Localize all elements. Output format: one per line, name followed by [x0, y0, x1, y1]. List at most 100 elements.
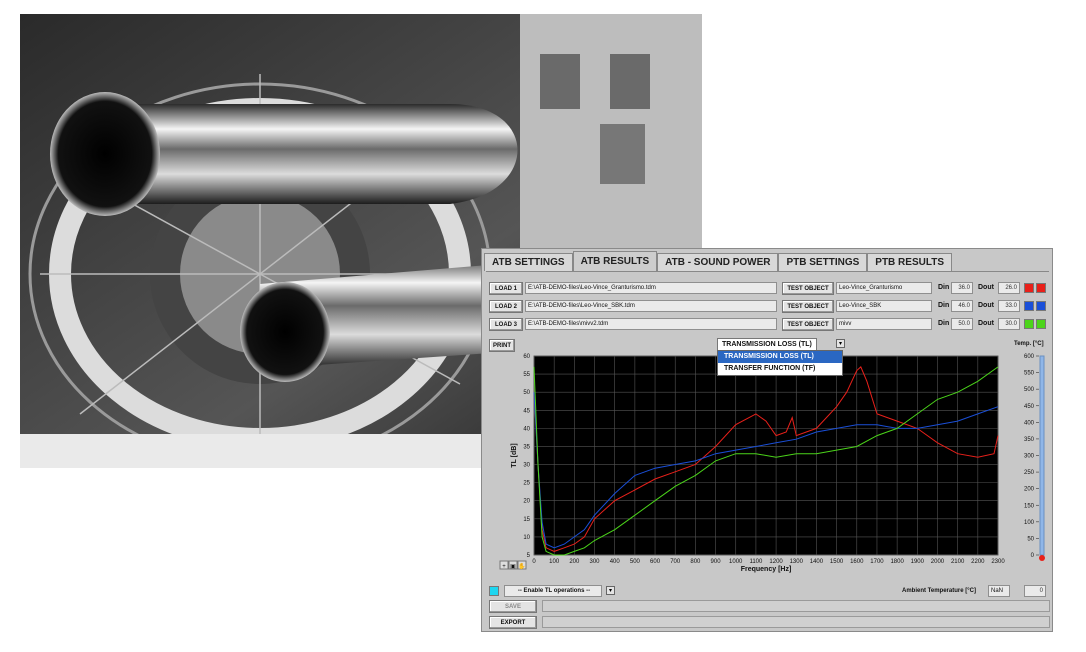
- temp-tick-label: 250: [1024, 470, 1035, 476]
- din-2-label: Din: [938, 302, 950, 309]
- load-2-button[interactable]: LOAD 2: [489, 300, 523, 313]
- test-object-3-button[interactable]: TEST OBJECT: [782, 318, 834, 331]
- x-tick-label: 400: [610, 559, 621, 565]
- y-tick-label: 20: [523, 499, 530, 505]
- load-1-path[interactable]: E:\ATB-DEMO-files\Leo-Vince_Granturismo.…: [525, 282, 777, 294]
- x-tick-label: 1200: [769, 559, 783, 565]
- temp-tick-label: 500: [1024, 387, 1035, 393]
- x-tick-label: 1100: [749, 559, 763, 565]
- dout-1-value[interactable]: 26.0: [998, 282, 1020, 294]
- load-2-path[interactable]: E:\ATB-DEMO-files\Leo-Vince_SBK.tdm: [525, 300, 777, 312]
- tab-atb-settings[interactable]: ATB SETTINGS: [484, 253, 573, 271]
- y-tick-label: 60: [523, 354, 530, 360]
- pan-icon: ▣: [510, 564, 516, 570]
- x-tick-label: 2100: [951, 559, 965, 565]
- load-1-color-swatch[interactable]: [1024, 283, 1034, 293]
- dout-3-value[interactable]: 30.0: [998, 318, 1020, 330]
- load-1-color-swatch-2[interactable]: [1036, 283, 1046, 293]
- plot-tools: + ▣ ✋: [499, 560, 527, 570]
- temp-tick-label: 300: [1024, 454, 1035, 460]
- din-3-label: Din: [938, 320, 950, 327]
- temp-tick-label: 600: [1024, 354, 1035, 360]
- x-tick-label: 900: [711, 559, 722, 565]
- x-tick-label: 1400: [810, 559, 824, 565]
- load-2-color-swatch[interactable]: [1024, 301, 1034, 311]
- tab-atb-sound-power[interactable]: ATB - SOUND POWER: [657, 253, 779, 271]
- x-tick-label: 1700: [870, 559, 884, 565]
- tab-atb-results[interactable]: ATB RESULTS: [572, 251, 658, 272]
- tl-enable-indicator[interactable]: [489, 586, 499, 596]
- test-object-1-name[interactable]: Leo-Vince_Granturismo: [836, 282, 932, 294]
- x-tick-label: 300: [590, 559, 601, 565]
- test-object-1-button[interactable]: TEST OBJECT: [782, 282, 834, 295]
- x-tick-label: 200: [569, 559, 580, 565]
- load-3-button[interactable]: LOAD 3: [489, 318, 523, 331]
- y-tick-label: 5: [527, 553, 531, 559]
- x-tick-label: 1500: [830, 559, 844, 565]
- x-tick-label: 100: [549, 559, 560, 565]
- y-tick-label: 10: [523, 535, 530, 541]
- temp-tick-label: 150: [1024, 503, 1035, 509]
- ambient-nan-field[interactable]: NaN: [988, 585, 1010, 597]
- y-tick-label: 15: [523, 517, 530, 523]
- y-tick-label: 55: [523, 372, 530, 378]
- tl-operations-arrow-icon[interactable]: ▾: [606, 586, 615, 595]
- temp-thermometer: [1039, 355, 1045, 556]
- tab-ptb-settings[interactable]: PTB SETTINGS: [778, 253, 868, 271]
- x-tick-label: 1900: [911, 559, 925, 565]
- din-1-label: Din: [938, 284, 950, 291]
- mode-select-arrow-icon[interactable]: ▾: [836, 339, 845, 348]
- results-panel: LOAD 1 E:\ATB-DEMO-files\Leo-Vince_Grant…: [486, 271, 1050, 629]
- y-tick-label: 50: [523, 390, 530, 396]
- export-button[interactable]: EXPORT: [489, 616, 537, 629]
- atb-results-window: ATB SETTINGS ATB RESULTS ATB - SOUND POW…: [481, 248, 1053, 632]
- test-object-2-name[interactable]: Leo-Vince_SBK: [836, 300, 932, 312]
- din-2-value[interactable]: 46.0: [951, 300, 973, 312]
- x-tick-label: 1000: [729, 559, 743, 565]
- y-tick-label: 45: [523, 408, 530, 414]
- x-tick-label: 700: [670, 559, 681, 565]
- temp-tick-label: 400: [1024, 420, 1035, 426]
- temp-tick-label: 50: [1027, 536, 1034, 542]
- temp-tick-label: 350: [1024, 437, 1035, 443]
- temp-scale-label: Temp. [°C]: [1014, 341, 1044, 347]
- save-path-field[interactable]: [542, 600, 1050, 612]
- load-2-color-swatch-2[interactable]: [1036, 301, 1046, 311]
- test-object-2-button[interactable]: TEST OBJECT: [782, 300, 834, 313]
- test-object-3-name[interactable]: mivv: [836, 318, 932, 330]
- temp-tick-label: 450: [1024, 404, 1035, 410]
- y-axis-title: TL [dB]: [511, 443, 518, 467]
- ambient-temp-value[interactable]: 0: [1024, 585, 1046, 597]
- din-3-value[interactable]: 50.0: [951, 318, 973, 330]
- tl-chart: 0 100 200 300 400 500 600 700 800 900 1000 1100 1200…: [499, 354, 1045, 573]
- ambient-temp-label: Ambient Temperature [°C]: [902, 588, 976, 594]
- dout-1-label: Dout: [978, 284, 994, 291]
- load-3-color-swatch[interactable]: [1024, 319, 1034, 329]
- menu-item-transfer-function[interactable]: TRANSFER FUNCTION (TF): [718, 363, 842, 375]
- y-tick-label: 30: [523, 463, 530, 469]
- temp-tick-label: 200: [1024, 487, 1035, 493]
- x-tick-label: 600: [650, 559, 661, 565]
- x-tick-label: 2300: [991, 559, 1005, 565]
- export-path-field[interactable]: [542, 616, 1050, 628]
- menu-item-transmission-loss[interactable]: TRANSMISSION LOSS (TL): [718, 351, 842, 363]
- x-axis-title: Frequency [Hz]: [741, 566, 792, 573]
- x-tick-label: 500: [630, 559, 641, 565]
- dout-3-label: Dout: [978, 320, 994, 327]
- load-3-path[interactable]: E:\ATB-DEMO-files\mivv2.tdm: [525, 318, 777, 330]
- temp-tick-label: 0: [1031, 553, 1035, 559]
- tl-operations-select[interactable]: -- Enable TL operations --: [504, 585, 602, 597]
- zoom-icon: +: [502, 564, 506, 570]
- save-button[interactable]: SAVE: [489, 600, 537, 613]
- tab-ptb-results[interactable]: PTB RESULTS: [867, 253, 952, 271]
- x-tick-label: 1300: [790, 559, 804, 565]
- dout-2-value[interactable]: 33.0: [998, 300, 1020, 312]
- x-tick-label: 1800: [890, 559, 904, 565]
- load-3-color-swatch-2[interactable]: [1036, 319, 1046, 329]
- x-tick-label: 1600: [850, 559, 864, 565]
- temp-bulb: [1039, 555, 1045, 561]
- tab-bar: ATB SETTINGS ATB RESULTS ATB - SOUND POW…: [484, 251, 952, 272]
- dout-2-label: Dout: [978, 302, 994, 309]
- load-1-button[interactable]: LOAD 1: [489, 282, 523, 295]
- din-1-value[interactable]: 36.0: [951, 282, 973, 294]
